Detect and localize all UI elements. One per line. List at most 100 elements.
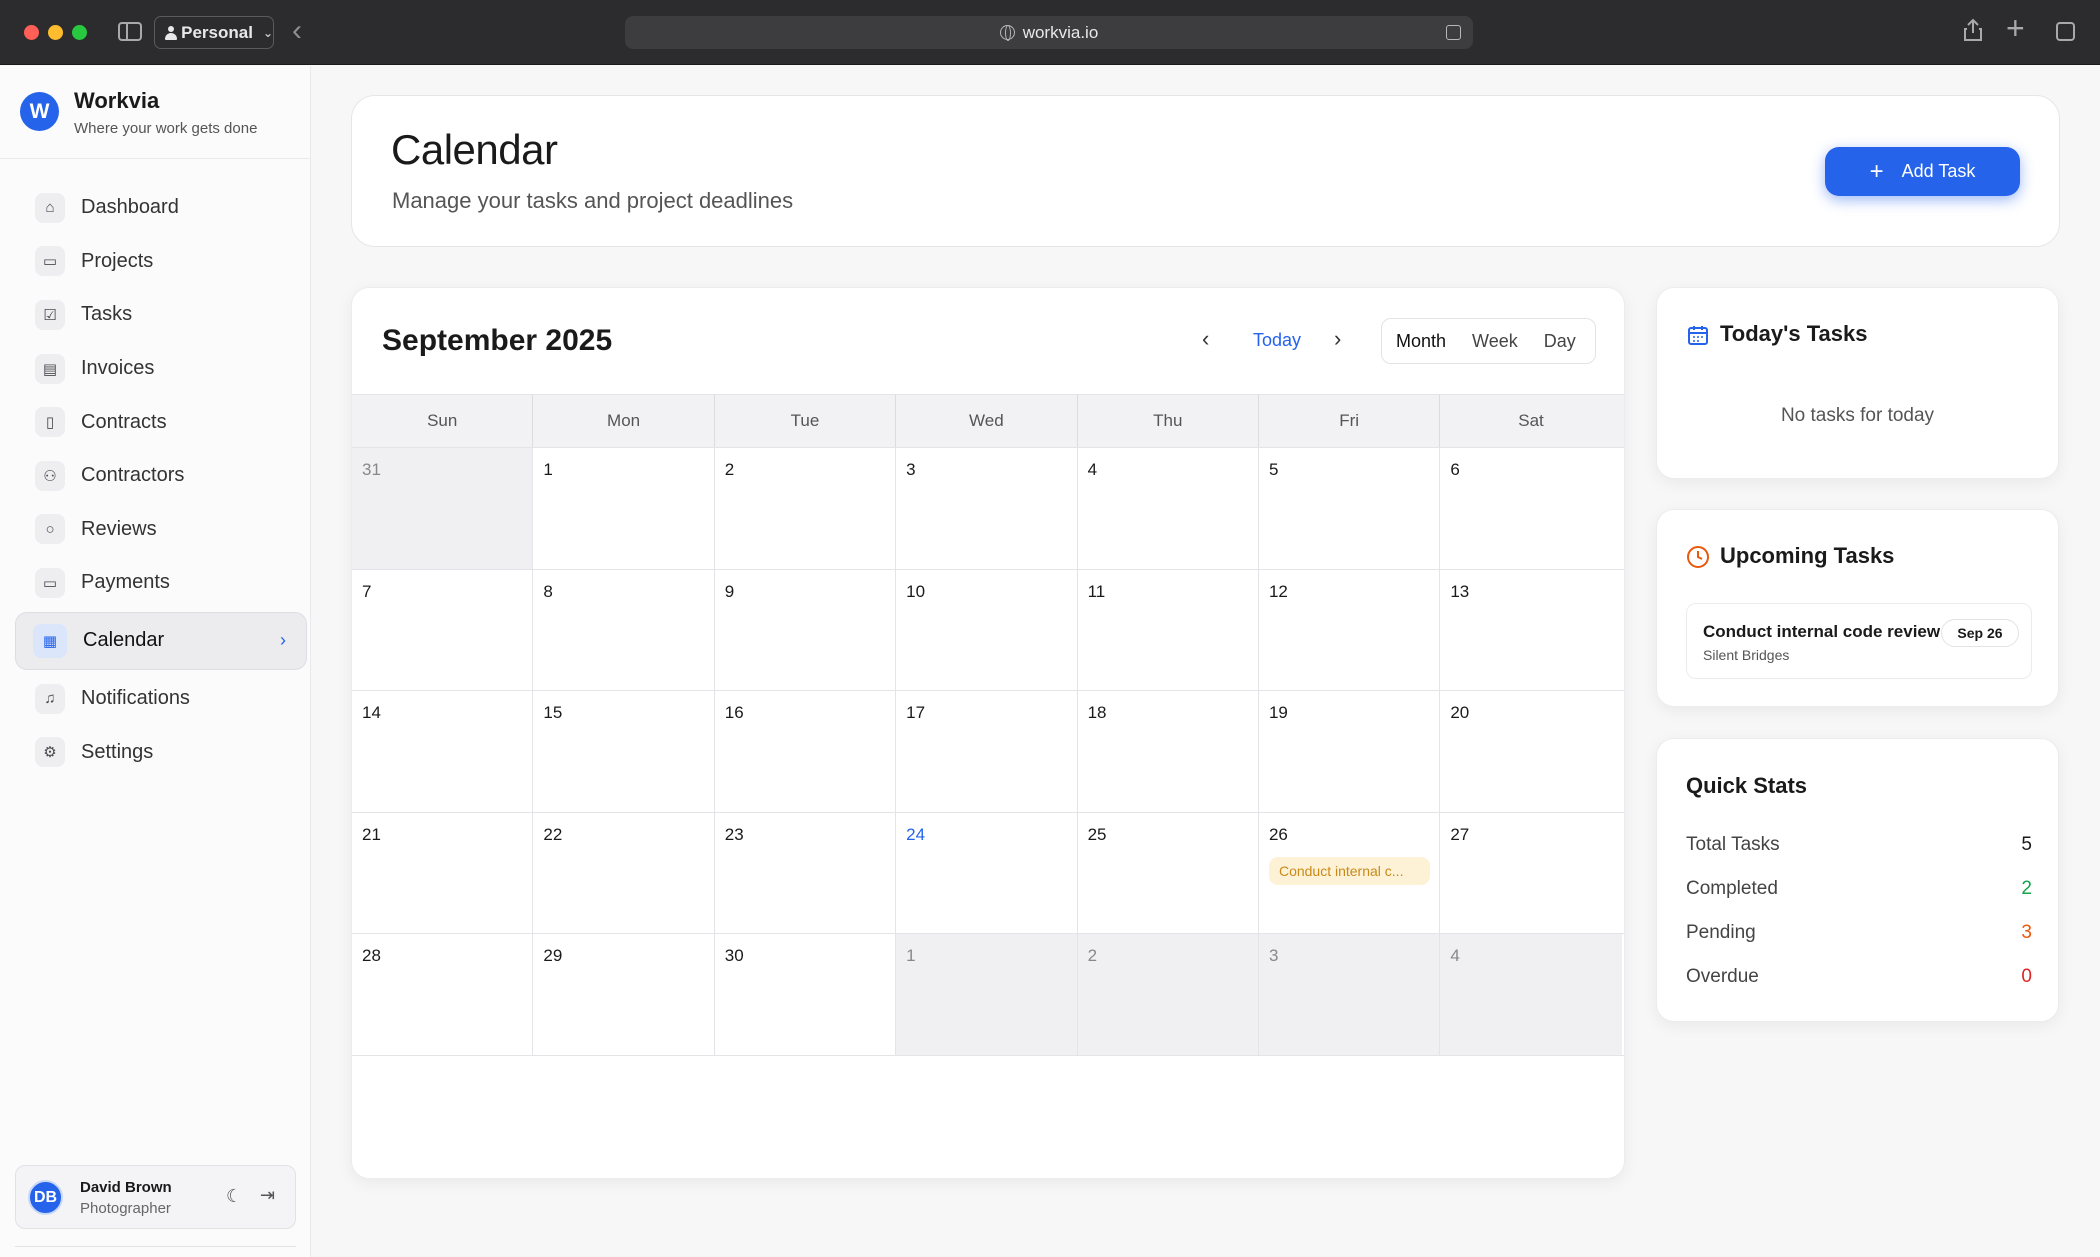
sidebar-item-payments[interactable]: ▭ Payments (25, 556, 297, 610)
brand-name: Workvia (74, 88, 160, 113)
today-button[interactable]: Today (1253, 330, 1301, 351)
brand-tagline: Where your work gets done (74, 120, 258, 137)
reader-mode-icon[interactable] (1446, 25, 1461, 40)
chevron-right-icon: › (280, 630, 286, 651)
stat-label: Completed (1686, 878, 1778, 899)
view-day-button[interactable]: Day (1531, 331, 1589, 352)
day-cell[interactable]: 30 (715, 934, 897, 1055)
sidebar-item-calendar[interactable]: ▦ Calendar › (15, 611, 307, 670)
users-icon: ⚇ (35, 460, 65, 491)
day-cell[interactable]: 18 (1078, 691, 1259, 812)
day-cell[interactable]: 6 (1440, 448, 1621, 569)
contract-icon: ▯ (35, 407, 65, 438)
upcoming-tasks-panel: Upcoming Tasks Conduct internal code rev… (1656, 509, 2059, 707)
day-cell[interactable]: 28 (352, 934, 534, 1055)
sidebar-item-contractors[interactable]: ⚇ Contractors (25, 449, 297, 503)
sidebar: W Workvia Where your work gets done ⌂ Da… (0, 66, 311, 1257)
minimize-window-button[interactable] (48, 25, 63, 40)
new-tab-icon[interactable]: + (2006, 10, 2025, 47)
add-task-label: Add Task (1901, 161, 1976, 181)
calendar-week: 14 15 16 17 18 19 20 (352, 691, 1624, 813)
day-cell[interactable]: 12 (1259, 569, 1441, 691)
stat-label: Overdue (1686, 966, 1759, 987)
day-cell[interactable]: 4 (1440, 934, 1622, 1055)
day-cell[interactable]: 25 (1078, 812, 1259, 934)
address-bar[interactable]: workvia.io (625, 16, 1473, 49)
day-cell[interactable]: 16 (715, 691, 897, 812)
sidebar-item-label: Tasks (81, 303, 133, 326)
moon-icon[interactable]: ☾ (226, 1186, 242, 1207)
user-name: David Brown (80, 1179, 172, 1196)
sidebar-item-invoices[interactable]: ▤ Invoices (25, 342, 297, 396)
sidebar-item-tasks[interactable]: ☑ Tasks (25, 288, 297, 342)
day-cell[interactable]: 31 (352, 448, 534, 569)
stat-value: 2 (2021, 878, 2032, 899)
day-cell-today[interactable]: 24 (896, 812, 1078, 934)
person-icon (165, 25, 178, 40)
sidebar-item-settings[interactable]: ⚙ Settings (25, 725, 297, 779)
day-cell[interactable]: 1 (896, 934, 1078, 1055)
day-cell[interactable]: 17 (896, 691, 1078, 812)
day-cell[interactable]: 29 (533, 934, 715, 1055)
day-cell[interactable]: 3 (1258, 934, 1441, 1055)
day-cell[interactable]: 10 (896, 569, 1078, 691)
day-cell[interactable]: 21 (352, 812, 534, 934)
day-cell[interactable]: 27 (1440, 813, 1621, 934)
day-cell[interactable]: 9 (715, 569, 897, 691)
day-cell[interactable]: 23 (715, 812, 897, 934)
weekday-label: Sun (352, 395, 534, 447)
weekday-label: Sat (1518, 411, 1544, 430)
day-cell[interactable]: 26 Conduct internal c... (1259, 812, 1441, 934)
user-profile-card[interactable]: DB David Brown Photographer ☾ ⇥ (15, 1165, 296, 1229)
day-cell[interactable]: 1 (533, 448, 715, 569)
calendar-event[interactable]: Conduct internal c... (1268, 856, 1430, 885)
maximize-window-button[interactable] (72, 25, 87, 40)
sidebar-item-projects[interactable]: ▭ Projects (25, 235, 297, 289)
tab-overview-icon[interactable] (2056, 22, 2075, 41)
sidebar-item-contracts[interactable]: ▯ Contracts (25, 395, 297, 449)
sidebar-item-reviews[interactable]: ○ Reviews (25, 503, 297, 557)
month-label: September 2025 (382, 324, 613, 357)
calendar-week: 28 29 30 1 2 3 4 (352, 934, 1624, 1056)
day-cell[interactable]: 7 (352, 569, 534, 691)
day-cell[interactable]: 20 (1440, 691, 1621, 812)
day-cell[interactable]: 4 (1078, 448, 1259, 569)
day-cell[interactable]: 13 (1440, 570, 1621, 691)
divider (0, 158, 311, 159)
day-cell[interactable]: 14 (352, 691, 534, 812)
add-task-button[interactable]: + Add Task (1825, 147, 2020, 196)
avatar: DB (28, 1180, 63, 1215)
day-cell[interactable]: 2 (715, 448, 897, 569)
bell-icon: ♫ (35, 683, 65, 714)
day-cell[interactable]: 11 (1078, 569, 1259, 691)
view-week-button[interactable]: Week (1459, 331, 1531, 352)
day-cell[interactable]: 19 (1259, 691, 1441, 812)
sidebar-item-dashboard[interactable]: ⌂ Dashboard (25, 181, 297, 235)
logout-icon[interactable]: ⇥ (260, 1185, 275, 1206)
profile-switcher[interactable]: Personal ⌄ (154, 16, 274, 49)
day-cell[interactable]: 15 (533, 691, 715, 812)
chevron-right-icon[interactable]: › (1334, 326, 1341, 352)
credit-card-icon: ▭ (35, 567, 65, 598)
url-text: workvia.io (1022, 22, 1099, 42)
page-header: Calendar Manage your tasks and project d… (351, 95, 2060, 247)
list-item[interactable]: Conduct internal code review Silent Brid… (1686, 603, 2032, 679)
view-month-button[interactable]: Month (1382, 331, 1459, 352)
day-cell[interactable]: 22 (533, 812, 715, 934)
calendar-icon (1688, 326, 1708, 345)
day-cell[interactable]: 8 (533, 569, 715, 691)
document-icon: ▤ (35, 353, 65, 384)
share-icon[interactable] (1963, 18, 1983, 42)
chevron-left-icon[interactable]: ‹ (1202, 326, 1209, 352)
sidebar-item-notifications[interactable]: ♫ Notifications (25, 672, 297, 726)
sidebar-toggle-icon[interactable] (118, 22, 142, 41)
calendar-grid: Sun Mon Tue Wed Thu Fri Sat 31 1 2 3 4 5… (352, 394, 1624, 1056)
close-window-button[interactable] (24, 25, 39, 40)
day-cell[interactable]: 5 (1259, 448, 1441, 569)
stat-label: Total Tasks (1686, 834, 1780, 855)
day-cell[interactable]: 3 (896, 448, 1078, 569)
stat-value: 3 (2021, 922, 2032, 943)
back-arrow-icon[interactable]: ‹ (292, 14, 302, 48)
plus-icon: + (1869, 157, 1884, 185)
day-cell[interactable]: 2 (1077, 934, 1259, 1055)
